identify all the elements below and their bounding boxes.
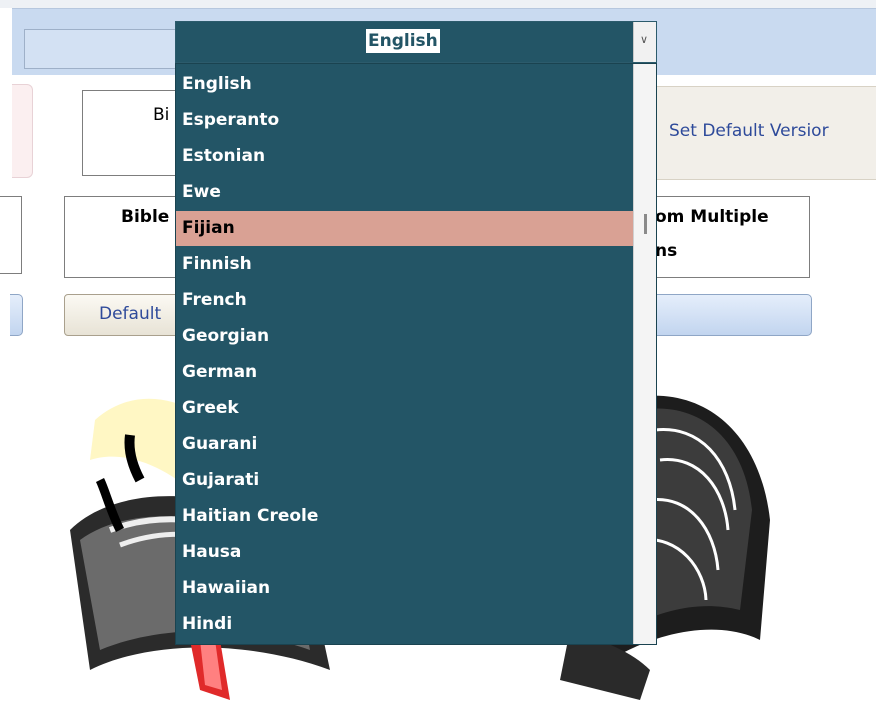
default-button[interactable]: Default	[64, 294, 186, 336]
language-option-estonian[interactable]: Estonian	[176, 139, 634, 174]
language-option-french[interactable]: French	[176, 283, 634, 318]
multiple-versions-label-1: om Multiple	[655, 207, 769, 227]
header-field[interactable]	[24, 29, 179, 69]
bible-frame-label: Bible	[121, 207, 170, 227]
bible-frame-top: Bi	[82, 90, 184, 176]
language-option-haitian-creole[interactable]: Haitian Creole	[176, 499, 634, 534]
language-option-german[interactable]: German	[176, 355, 634, 390]
language-option-ewe[interactable]: Ewe	[176, 175, 634, 210]
window-top-strip	[0, 0, 876, 8]
multiple-versions-label-2: ns	[655, 241, 678, 261]
set-default-version-panel[interactable]: Set Default Versior	[640, 86, 876, 180]
language-option-hausa[interactable]: Hausa	[176, 535, 634, 570]
language-option-hawaiian[interactable]: Hawaiian	[176, 571, 634, 606]
dropdown-scrollbar-thumb[interactable]	[644, 214, 647, 234]
language-option-fijian[interactable]: Fijian	[176, 211, 634, 246]
language-combobox[interactable]: English ∨	[175, 21, 657, 63]
multiple-versions-frame: om Multiple ns	[630, 196, 810, 278]
bible-frame-top-label: Bi	[153, 105, 170, 125]
language-option-finnish[interactable]: Finnish	[176, 247, 634, 282]
combobox-dropdown-button[interactable]: ∨	[633, 22, 656, 62]
language-combobox-value: English	[366, 29, 440, 53]
language-dropdown-list[interactable]: English Esperanto Estonian Ewe Fijian Fi…	[175, 63, 657, 645]
language-option-english[interactable]: English	[176, 67, 634, 102]
language-option-georgian[interactable]: Georgian	[176, 319, 634, 354]
chevron-down-icon: ∨	[640, 33, 649, 46]
language-option-guarani[interactable]: Guarani	[176, 427, 634, 462]
left-pink-panel	[12, 84, 33, 178]
blue-action-button[interactable]	[630, 294, 812, 336]
bible-frame: Bible	[64, 196, 186, 278]
left-blue-button[interactable]	[10, 294, 23, 336]
set-default-version-label: Set Default Versior	[669, 121, 829, 141]
language-option-hindi[interactable]: Hindi	[176, 607, 634, 642]
left-frame	[0, 196, 22, 274]
dropdown-scrollbar[interactable]	[633, 64, 656, 644]
language-option-esperanto[interactable]: Esperanto	[176, 103, 634, 138]
default-button-label: Default	[99, 304, 162, 324]
language-option-gujarati[interactable]: Gujarati	[176, 463, 634, 498]
language-option-greek[interactable]: Greek	[176, 391, 634, 426]
